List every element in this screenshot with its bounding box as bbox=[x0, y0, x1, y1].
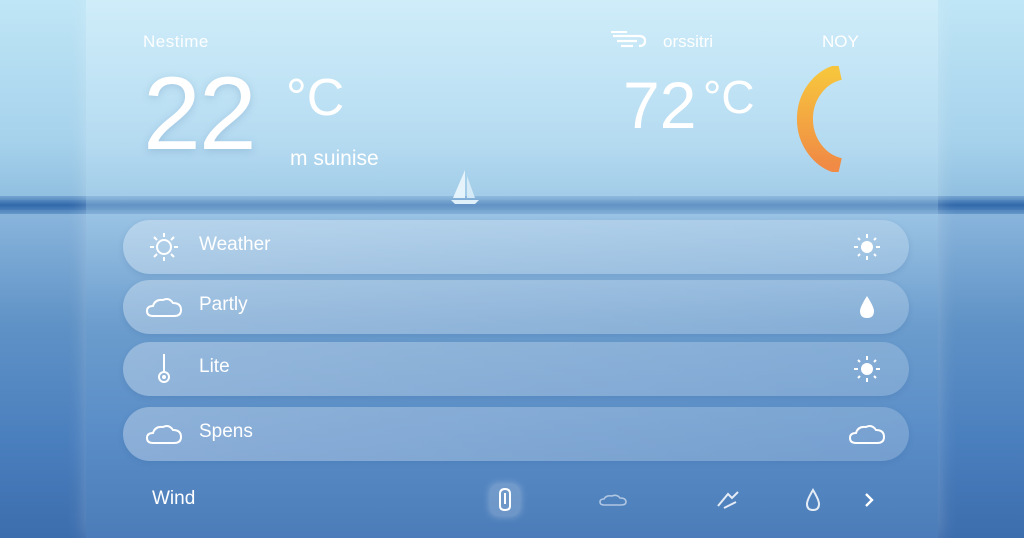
main-temperature-unit: °C bbox=[286, 69, 345, 127]
now-label: NOY bbox=[822, 32, 859, 51]
row-label: Partly bbox=[199, 294, 248, 315]
row-label: Spens bbox=[199, 421, 253, 442]
forecast-row-partly[interactable]: Partly bbox=[123, 280, 909, 334]
wind-label: Wind bbox=[152, 488, 196, 509]
secondary-temperature-unit: °C bbox=[703, 71, 755, 123]
sun-icon bbox=[150, 233, 178, 261]
cloud-button[interactable] bbox=[598, 484, 628, 516]
forecast-row-spens[interactable]: Spens bbox=[123, 407, 909, 461]
main-temperature: 22 bbox=[143, 56, 257, 172]
cloud-icon bbox=[145, 298, 183, 317]
wind-icon bbox=[611, 31, 647, 48]
raindrop-button[interactable] bbox=[798, 484, 828, 516]
location-label: Nestime bbox=[143, 32, 209, 51]
sun-icon bbox=[854, 234, 880, 260]
umbrella-icon bbox=[499, 487, 511, 512]
row-label: Weather bbox=[199, 234, 271, 255]
row-label: Lite bbox=[199, 356, 230, 377]
cloud-icon bbox=[599, 494, 627, 506]
forecast-row-weather[interactable]: Weather bbox=[123, 220, 909, 274]
raindrop-icon bbox=[805, 488, 821, 512]
sun-icon bbox=[854, 356, 880, 382]
chevron-right-icon bbox=[865, 493, 874, 507]
secondary-temperature: 72 bbox=[623, 68, 697, 142]
next-button[interactable] bbox=[854, 484, 884, 516]
wind-icon bbox=[717, 491, 739, 509]
raindrop-icon bbox=[860, 296, 874, 318]
gauge-icon bbox=[797, 66, 843, 172]
sunrise-label: m suinise bbox=[290, 147, 379, 170]
forecast-row-lite[interactable]: Lite bbox=[123, 342, 909, 396]
cloud-icon bbox=[145, 425, 183, 444]
umbrella-button[interactable] bbox=[490, 484, 520, 516]
wind-button[interactable] bbox=[714, 484, 744, 516]
thermometer-icon bbox=[158, 354, 170, 383]
secondary-label: orssitri bbox=[663, 32, 714, 51]
cloud-icon bbox=[849, 425, 885, 444]
